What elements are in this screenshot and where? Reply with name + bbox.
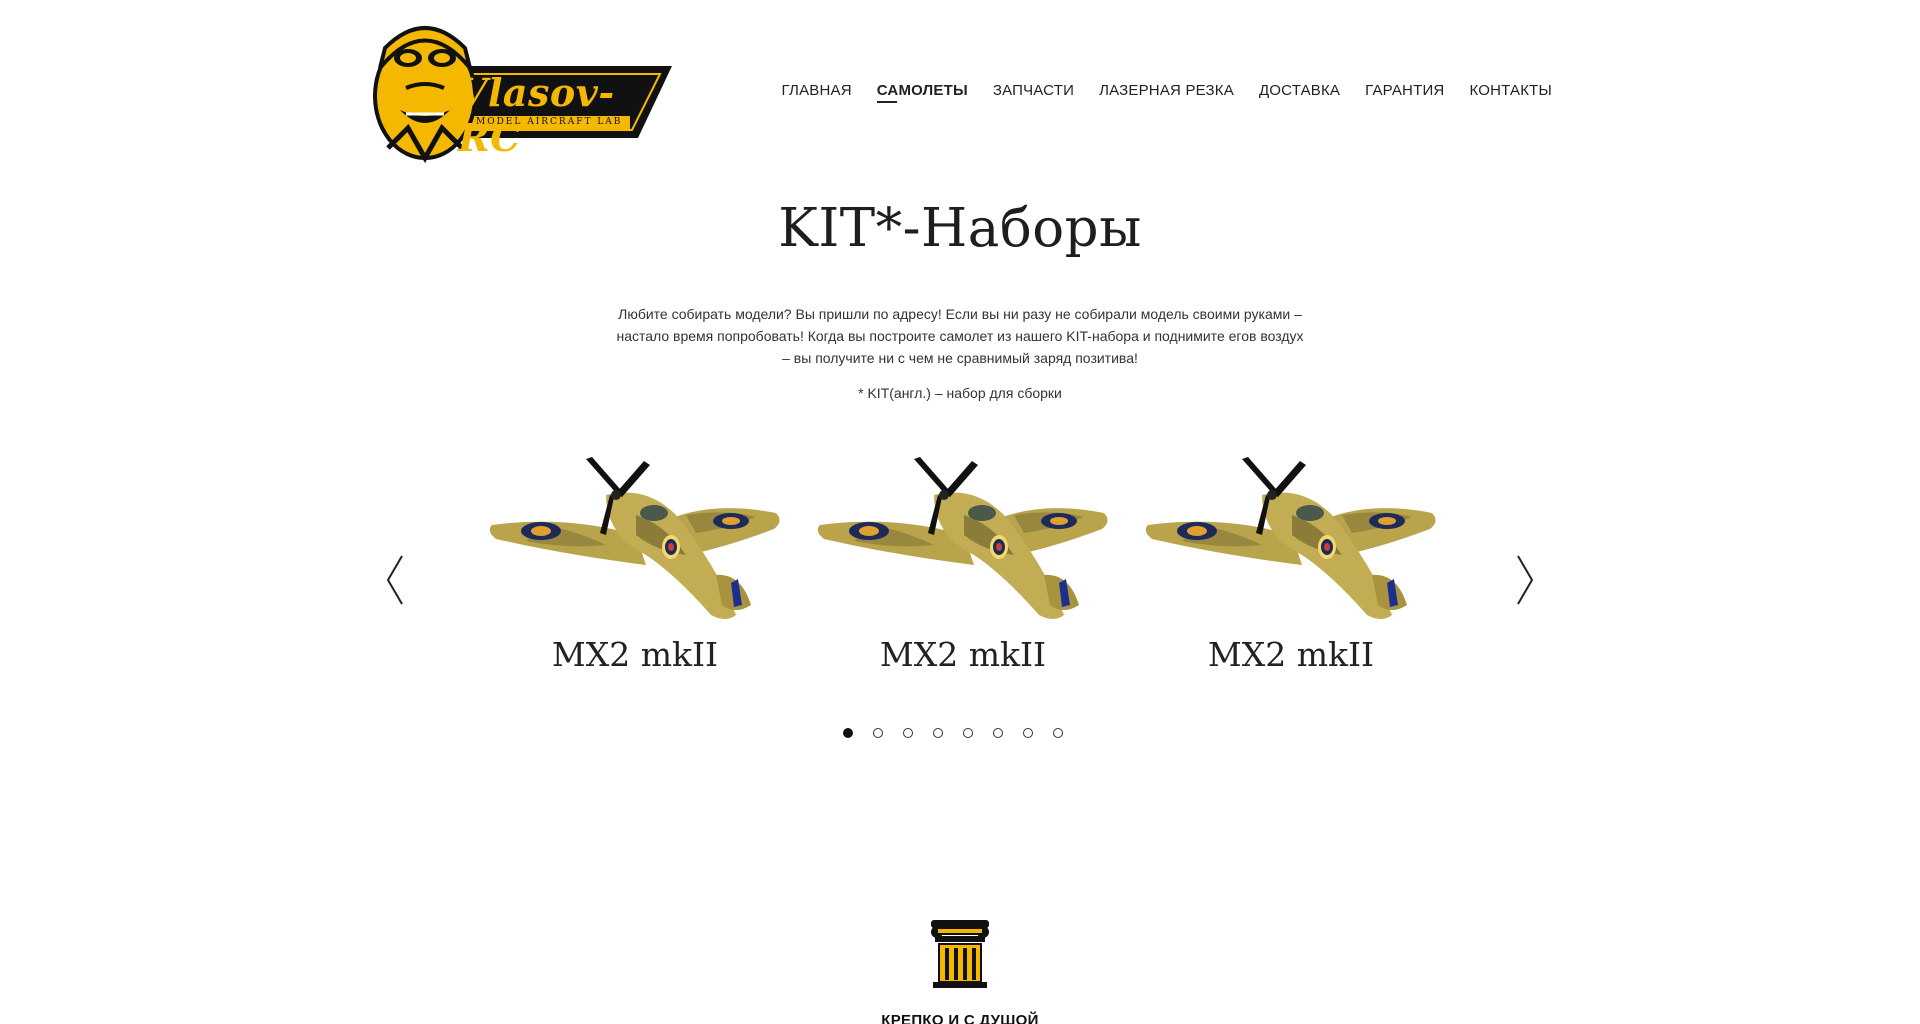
- carousel-dot[interactable]: [963, 728, 973, 738]
- intro-text: Любите собирать модели? Вы пришли по адр…: [616, 306, 1304, 366]
- column-icon: [931, 920, 989, 988]
- carousel-dot[interactable]: [1023, 728, 1033, 738]
- logo-subtitle: MODEL AIRCRAFT LAB: [476, 117, 623, 127]
- spitfire-model-image: [817, 457, 1108, 619]
- carousel-dot[interactable]: [843, 728, 853, 738]
- spitfire-model-image: [489, 457, 780, 619]
- site-logo[interactable]: Vlasov-RC MODEL AIRCRAFT LAB: [370, 18, 672, 164]
- page-title: KIT*-Наборы: [778, 198, 1142, 259]
- carousel-prev-button[interactable]: [384, 554, 406, 606]
- carousel-dot[interactable]: [933, 728, 943, 738]
- main-nav: ГЛАВНАЯ САМОЛЕТЫ ЗАПЧАСТИ ЛАЗЕРНАЯ РЕЗКА…: [782, 82, 1552, 103]
- spitfire-model-image: [1145, 457, 1436, 619]
- feature-title: КРЕПКО И С ДУШОЙ: [881, 1012, 1039, 1024]
- nav-item-contacts[interactable]: КОНТАКТЫ: [1469, 82, 1552, 103]
- carousel-dot[interactable]: [873, 728, 883, 738]
- carousel-dot[interactable]: [993, 728, 1003, 738]
- nav-item-laser-cutting[interactable]: ЛАЗЕРНАЯ РЕЗКА: [1099, 82, 1234, 103]
- carousel-next-button[interactable]: [1514, 554, 1536, 606]
- chevron-right-icon: [1517, 555, 1534, 605]
- product-card-title: MX2 mkII: [879, 635, 1047, 674]
- product-card[interactable]: MX2 mkII: [808, 455, 1118, 674]
- carousel-dot[interactable]: [1053, 728, 1063, 738]
- product-card-title: MX2 mkII: [551, 635, 719, 674]
- carousel-pagination: [843, 728, 1063, 738]
- carousel-dot[interactable]: [903, 728, 913, 738]
- product-card[interactable]: MX2 mkII: [1136, 455, 1446, 674]
- kit-note: * KIT(англ.) – набор для сборки: [858, 385, 1062, 401]
- product-card-title: MX2 mkII: [1207, 635, 1375, 674]
- chevron-left-icon: [386, 555, 403, 605]
- logo-text: Vlasov-RC: [458, 70, 615, 160]
- page: Vlasov-RC MODEL AIRCRAFT LAB ГЛАВНАЯ САМ…: [0, 0, 1920, 1024]
- nav-item-delivery[interactable]: ДОСТАВКА: [1259, 82, 1340, 103]
- nav-item-home[interactable]: ГЛАВНАЯ: [782, 82, 852, 103]
- nav-item-planes[interactable]: САМОЛЕТЫ: [876, 82, 968, 103]
- product-carousel: MX2 mkII MX2 mkII MX2 mkII: [480, 455, 1450, 685]
- nav-item-parts[interactable]: ЗАПЧАСТИ: [993, 82, 1074, 103]
- product-card[interactable]: MX2 mkII: [480, 455, 790, 674]
- nav-item-warranty[interactable]: ГАРАНТИЯ: [1365, 82, 1444, 103]
